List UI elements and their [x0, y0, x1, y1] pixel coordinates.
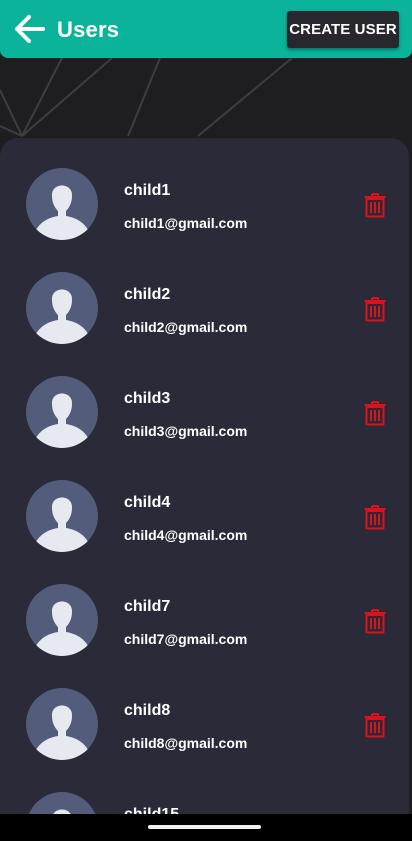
- user-row[interactable]: child8 child8@gmail.com: [0, 658, 409, 762]
- user-name: child15: [124, 806, 179, 814]
- user-silhouette-icon: [34, 705, 90, 760]
- system-navigation-bar: [0, 814, 412, 841]
- trash-icon: [364, 193, 386, 218]
- user-silhouette-icon: [53, 809, 71, 814]
- user-name: child1: [124, 182, 171, 199]
- delete-user-button[interactable]: [363, 296, 387, 322]
- delete-user-button[interactable]: [363, 712, 387, 738]
- avatar: [26, 480, 98, 552]
- user-name: child4: [124, 494, 171, 511]
- avatar: [26, 584, 98, 656]
- user-list: child1 child1@gmail.com child2 child2@gm…: [0, 138, 409, 814]
- back-button[interactable]: [13, 14, 47, 44]
- user-row[interactable]: child2 child2@gmail.com: [0, 242, 409, 346]
- user-name: child3: [124, 390, 171, 407]
- user-row[interactable]: child1 child1@gmail.com: [0, 138, 409, 242]
- trash-icon: [364, 505, 386, 530]
- delete-user-button[interactable]: [363, 504, 387, 530]
- user-silhouette-icon: [34, 393, 90, 448]
- user-name: child7: [124, 598, 171, 615]
- trash-icon: [364, 297, 386, 322]
- user-email: child1@gmail.com: [124, 215, 248, 231]
- user-row[interactable]: child7 child7@gmail.com: [0, 554, 409, 658]
- user-email: child4@gmail.com: [124, 527, 248, 543]
- create-user-button[interactable]: CREATE USER: [287, 11, 399, 48]
- avatar: [26, 272, 98, 344]
- user-silhouette-icon: [34, 185, 90, 240]
- avatar: [26, 376, 98, 448]
- avatar: [26, 688, 98, 760]
- trash-icon: [364, 609, 386, 634]
- user-row[interactable]: child4 child4@gmail.com: [0, 450, 409, 554]
- avatar: [26, 792, 98, 814]
- user-name: child8: [124, 702, 171, 719]
- avatar: [26, 168, 98, 240]
- user-row[interactable]: child3 child3@gmail.com: [0, 346, 409, 450]
- user-email: child7@gmail.com: [124, 631, 248, 647]
- trash-icon: [364, 401, 386, 426]
- user-name: child2: [124, 286, 171, 303]
- user-email: child2@gmail.com: [124, 319, 248, 335]
- trash-icon: [364, 713, 386, 738]
- delete-user-button[interactable]: [363, 192, 387, 218]
- user-silhouette-icon: [34, 289, 90, 344]
- delete-user-button[interactable]: [363, 608, 387, 634]
- user-row[interactable]: child15: [0, 762, 409, 814]
- user-email: child8@gmail.com: [124, 735, 248, 751]
- app-bar: Users CREATE USER: [0, 0, 412, 58]
- user-silhouette-icon: [34, 497, 90, 552]
- delete-user-button[interactable]: [363, 400, 387, 426]
- user-silhouette-icon: [34, 601, 90, 656]
- page-title: Users: [57, 17, 120, 42]
- home-indicator[interactable]: [148, 825, 261, 829]
- arrow-left-icon: [15, 15, 45, 43]
- user-email: child3@gmail.com: [124, 423, 248, 439]
